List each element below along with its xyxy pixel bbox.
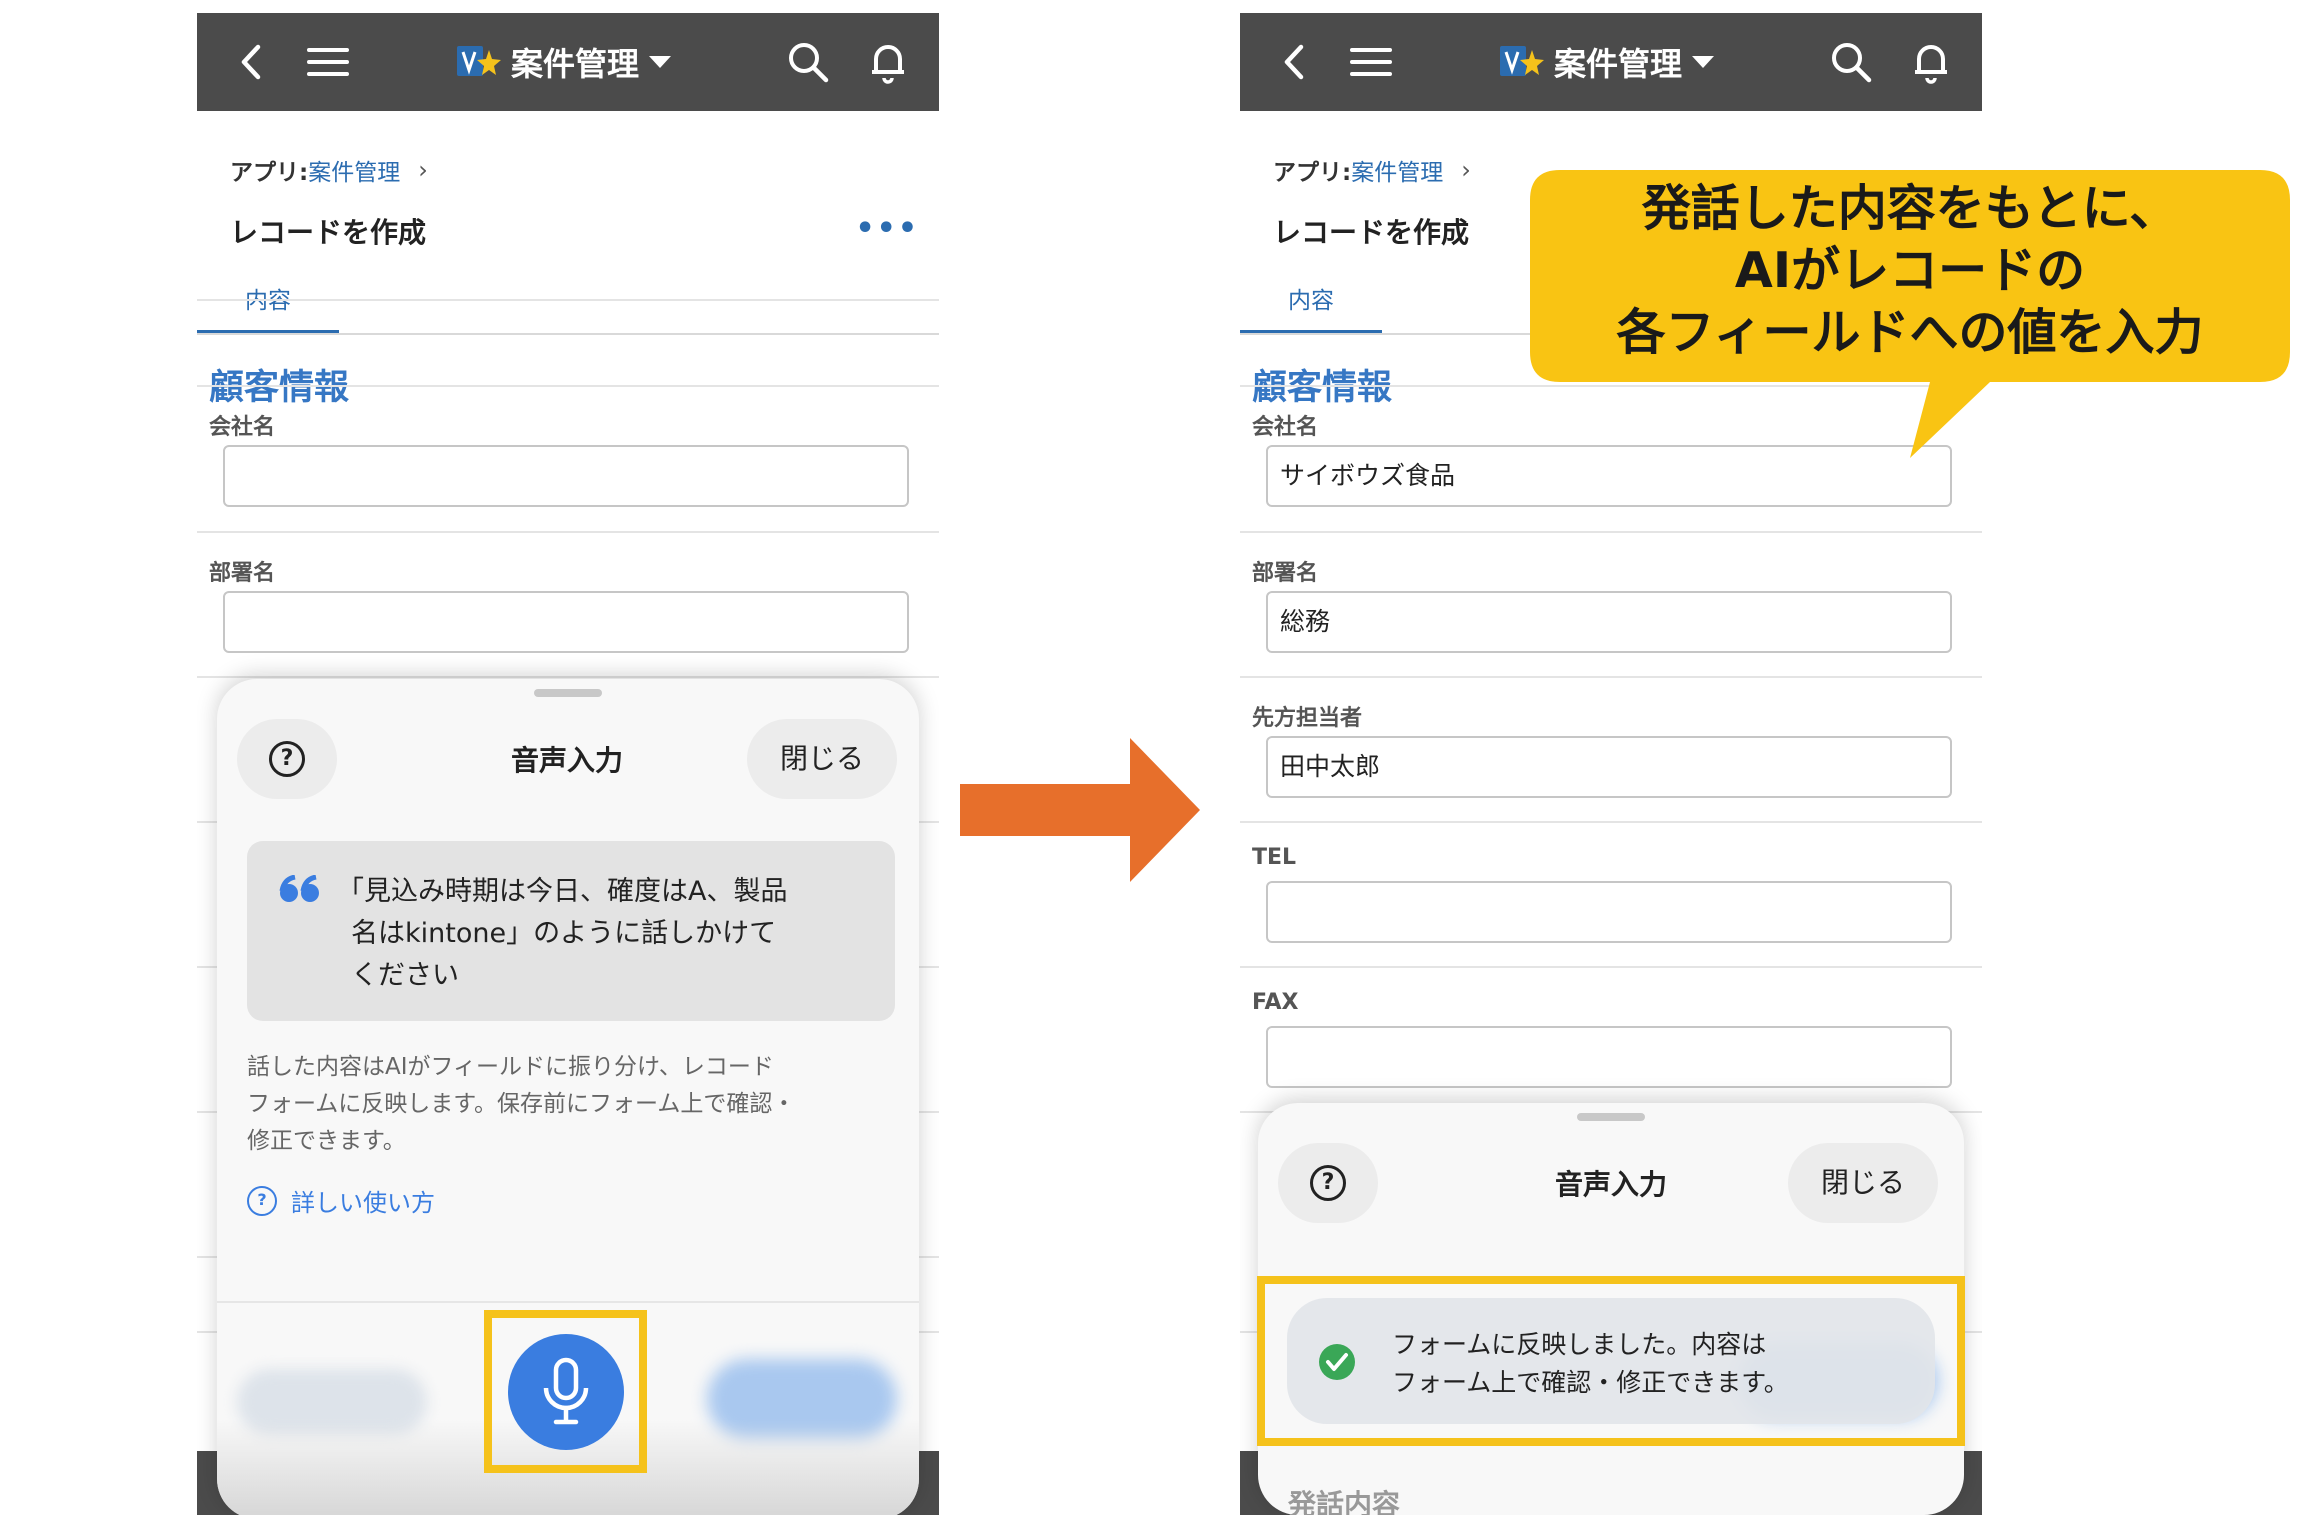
search-icon[interactable] [783, 37, 833, 87]
description-line: 修正できます。 [247, 1128, 406, 1154]
field-label: TEL [1252, 845, 1297, 870]
quote-icon [279, 875, 319, 902]
help-icon: ? [269, 741, 305, 777]
check-circle-icon [1319, 1344, 1355, 1380]
breadcrumb-app-link[interactable]: 案件管理 [308, 153, 400, 187]
back-icon[interactable] [1270, 37, 1320, 87]
divider [197, 299, 939, 301]
app-title: 案件管理 [1554, 45, 1683, 83]
arrow-right-icon [960, 738, 1200, 882]
field-label: 部署名 [1252, 561, 1319, 586]
description-line: フォームに反映します。保存前にフォーム上で確認・ [247, 1091, 796, 1117]
success-toast: フォームに反映しました。内容は フォーム上で確認・修正できます。 [1287, 1298, 1935, 1424]
app-title: 案件管理 [511, 45, 640, 83]
field-label: 会社名 [1252, 415, 1319, 440]
prompt-line: 名はkintone」のように話しかけて [351, 918, 777, 949]
breadcrumb-app-link[interactable]: 案件管理 [1351, 153, 1443, 187]
chevron-right-icon: › [418, 156, 428, 184]
divider [217, 1301, 919, 1303]
callout-line: 各フィールドへの値を入力 [1616, 304, 2204, 361]
help-button[interactable]: ? [1278, 1143, 1378, 1223]
help-link-label: 詳しい使い方 [291, 1189, 435, 1217]
help-icon: ? [1310, 1165, 1346, 1201]
microphone-icon [543, 1357, 589, 1425]
contact-person-input[interactable]: 田中太郎 [1266, 736, 1952, 798]
callout-line: 発話した内容をもとに、 [1641, 180, 2179, 237]
divider [1240, 531, 1982, 533]
bell-icon[interactable] [863, 37, 913, 87]
left-phone-screen: 案件管理 アプリ: 案件管理 › レコードを作成 ••• 内容 顧客情報 会社名… [197, 13, 939, 1515]
breadcrumb-prefix: アプリ: [230, 160, 309, 186]
chevron-down-icon [1692, 56, 1715, 68]
app-switcher[interactable]: 案件管理 [1498, 35, 1715, 89]
prompt-line: ください [351, 960, 459, 991]
callout-text: 発話した内容をもとに、 AIがレコードの 各フィールドへの値を入力 [1530, 178, 2290, 364]
field-label: 先方担当者 [1252, 706, 1363, 731]
prompt-line: 「見込み時期は今日、確度はA、製品 [337, 876, 788, 907]
field-label: 会社名 [209, 415, 276, 440]
app-switcher[interactable]: 案件管理 [455, 35, 672, 89]
chevron-right-icon: › [1461, 156, 1471, 184]
menu-icon[interactable] [1346, 37, 1396, 87]
more-options-icon[interactable]: ••• [855, 211, 919, 246]
company-name-input[interactable] [223, 445, 909, 507]
department-input[interactable] [223, 591, 909, 653]
app-header: 案件管理 [1240, 13, 1982, 111]
back-icon[interactable] [227, 37, 277, 87]
department-input[interactable]: 総務 [1266, 591, 1952, 653]
tab-content[interactable]: 内容 [1240, 266, 1382, 334]
sheet-title: 音声入力 [1554, 1168, 1667, 1201]
bell-icon[interactable] [1906, 37, 1956, 87]
divider [197, 531, 939, 533]
breadcrumb: アプリ: 案件管理 › [1273, 153, 1471, 187]
app-logo-icon [457, 46, 501, 76]
toast-line: フォーム上で確認・修正できます。 [1392, 1368, 1789, 1397]
description-line: 話した内容はAIがフィールドに振り分け、レコード [247, 1054, 774, 1080]
close-button[interactable]: 閉じる [1788, 1143, 1938, 1223]
divider [1240, 676, 1982, 678]
help-link[interactable]: ? 詳しい使い方 [247, 1183, 435, 1218]
sheet-drag-handle[interactable] [1577, 1113, 1645, 1121]
breadcrumb: アプリ: 案件管理 › [230, 153, 428, 187]
help-button[interactable]: ? [237, 719, 337, 799]
divider [1240, 821, 1982, 823]
search-icon[interactable] [1826, 37, 1876, 87]
utterance-section-label: 発話内容 [1288, 1488, 1401, 1515]
toast-line: フォームに反映しました。内容は [1392, 1330, 1767, 1359]
divider [197, 385, 939, 387]
divider [1240, 966, 1982, 968]
page-title: レコードを作成 [230, 216, 427, 249]
sheet-title: 音声入力 [510, 744, 623, 777]
field-label: FAX [1252, 990, 1299, 1015]
breadcrumb-prefix: アプリ: [1273, 160, 1352, 186]
app-header: 案件管理 [197, 13, 939, 111]
example-prompt-card: 「見込み時期は今日、確度はA、製品 名はkintone」のように話しかけて くだ… [247, 841, 895, 1021]
chevron-down-icon [649, 56, 672, 68]
sheet-drag-handle[interactable] [534, 689, 602, 697]
page-title: レコードを作成 [1273, 216, 1470, 249]
mic-button[interactable] [508, 1334, 624, 1450]
help-link-icon: ? [247, 1185, 277, 1216]
app-logo-icon [1500, 46, 1544, 76]
fax-input[interactable] [1266, 1026, 1952, 1088]
close-button[interactable]: 閉じる [747, 719, 897, 799]
tab-divider [197, 333, 939, 335]
divider [197, 676, 939, 678]
field-label: 部署名 [209, 561, 276, 586]
menu-icon[interactable] [303, 37, 353, 87]
tel-input[interactable] [1266, 881, 1952, 943]
callout-line: AIがレコードの [1734, 242, 2086, 299]
